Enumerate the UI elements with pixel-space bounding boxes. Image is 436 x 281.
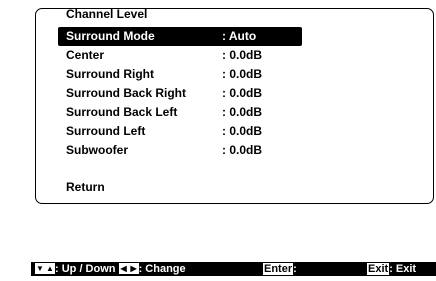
menu-item-label: Surround Back Right — [66, 86, 187, 100]
down-arrow-icon: ▼ — [35, 263, 45, 274]
menu-item-surround-back-right[interactable]: Surround Back Right : 0.0dB — [58, 84, 302, 103]
exit-key: Exit — [367, 263, 390, 275]
menu-item-value: : 0.0dB — [222, 143, 263, 157]
help-change-label: : Change — [138, 263, 186, 275]
return-item[interactable]: Return — [66, 180, 105, 194]
right-arrow-icon: ▶ — [128, 263, 139, 274]
menu-item-value: : 0.0dB — [222, 105, 263, 119]
menu-item-surround-left[interactable]: Surround Left : 0.0dB — [58, 122, 302, 141]
left-arrow-icon: ◀ — [118, 263, 129, 274]
enter-key: Enter — [263, 263, 294, 275]
help-bar: ▼ ▲: Up / Down ◀ ▶: Change Enter: Exit: Ex… — [31, 262, 436, 276]
menu-item-label: Surround Mode — [66, 29, 155, 43]
menu-item-value: : 0.0dB — [222, 86, 263, 100]
menu-item-label: Surround Left — [66, 124, 146, 138]
menu-item-subwoofer[interactable]: Subwoofer : 0.0dB — [58, 141, 302, 160]
menu-list: Surround Mode : Auto Center : 0.0dB Surr… — [58, 27, 302, 160]
menu-item-label: Subwoofer — [66, 143, 128, 157]
menu-item-center[interactable]: Center : 0.0dB — [58, 46, 302, 65]
menu-item-label: Surround Back Left — [66, 105, 178, 119]
help-exit-label: : Exit — [389, 263, 417, 275]
menu-title: Channel Level — [66, 7, 148, 21]
menu-item-value: : 0.0dB — [222, 48, 263, 62]
menu-item-surround-back-left[interactable]: Surround Back Left : 0.0dB — [58, 103, 302, 122]
up-arrow-icon: ▲ — [45, 263, 55, 274]
help-up-down-label: : Up / Down — [55, 263, 116, 275]
help-enter: Enter: — [263, 262, 297, 276]
menu-item-value: : Auto — [222, 29, 257, 43]
menu-item-surround-mode[interactable]: Surround Mode : Auto — [58, 27, 302, 46]
menu-item-value: : 0.0dB — [222, 124, 263, 138]
menu-item-label: Center — [66, 48, 105, 62]
help-exit: Exit: Exit — [367, 262, 416, 276]
menu-item-label: Surround Right — [66, 67, 154, 81]
help-navigation: ▼ ▲: Up / Down ◀ ▶: Change — [35, 262, 186, 276]
menu-item-surround-right[interactable]: Surround Right : 0.0dB — [58, 65, 302, 84]
menu-item-value: : 0.0dB — [222, 67, 263, 81]
help-enter-suffix: : — [293, 263, 297, 275]
